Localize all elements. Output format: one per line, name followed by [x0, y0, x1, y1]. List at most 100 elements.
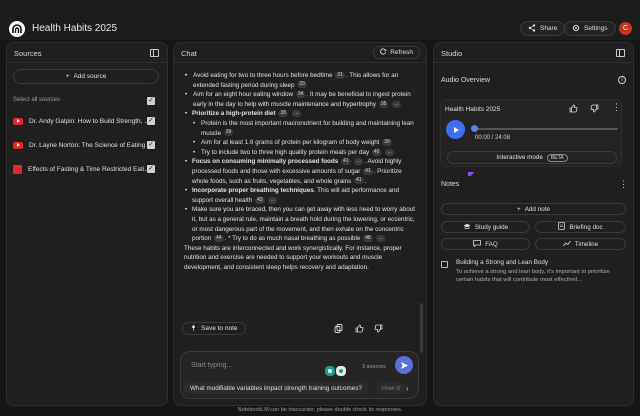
citation-chip[interactable]: 43 — [254, 196, 265, 204]
citation-chip[interactable]: 31 — [335, 71, 345, 79]
source-item[interactable]: Dr. Layne Norton: The Science of Eating … — [13, 140, 152, 150]
gear-icon — [572, 24, 580, 34]
sources-title: Sources — [14, 49, 42, 58]
youtube-icon — [13, 141, 23, 149]
add-note-label: Add note — [524, 205, 550, 213]
document-icon — [558, 222, 566, 232]
source-item[interactable]: Dr. Andy Galpin: How to Build Strength, … — [13, 116, 150, 126]
more-citations-chip[interactable]: ... — [354, 158, 364, 166]
source-checkbox[interactable]: ✓ — [147, 117, 155, 125]
collapse-panel-icon[interactable] — [616, 49, 625, 57]
note-item[interactable]: Building a Strong and Lean Body To achie… — [438, 259, 618, 287]
source-label: Effects of Fasting & Time Restricted Eat… — [28, 165, 150, 173]
more-citations-chip[interactable]: ... — [392, 100, 402, 108]
more-vert-icon[interactable]: ⋮ — [612, 103, 621, 112]
source-checkbox[interactable]: ✓ — [147, 141, 155, 149]
citation-chip[interactable]: 48 — [363, 234, 373, 242]
audio-progress-thumb[interactable] — [471, 125, 478, 132]
chat-bullet: Focus on consuming minimally processed f… — [184, 157, 418, 186]
citation-chip[interactable]: 40 — [371, 148, 382, 156]
more-citations-chip[interactable]: ... — [376, 234, 386, 242]
citation-chip[interactable]: 33 — [297, 81, 307, 89]
citation-chip[interactable]: 38 — [278, 110, 288, 118]
briefing-doc-label: Briefing doc — [569, 223, 603, 231]
interactive-mode-label: Interactive mode — [496, 154, 543, 161]
timeline-button[interactable]: Timeline — [535, 238, 626, 250]
audio-time: 00:00 / 24:08 — [475, 135, 511, 141]
notes-label: Notes — [441, 181, 460, 188]
chat-bullet: Try to include two to three high quality… — [192, 148, 418, 158]
more-citations-chip[interactable]: ... — [291, 110, 301, 118]
audio-overview-label: Audio Overview — [441, 77, 491, 84]
chat-bullet: Avoid eating for two to three hours befo… — [184, 71, 418, 90]
collapse-panel-icon[interactable] — [150, 49, 159, 57]
suggested-question-chip[interactable]: What modifiable variables impact strengt… — [184, 382, 368, 394]
audio-progress-track[interactable] — [474, 128, 618, 130]
citation-chip[interactable]: 34 — [295, 91, 306, 99]
send-button[interactable] — [395, 356, 413, 374]
sources-header: Sources — [7, 43, 167, 63]
chat-bullet: Aim for an eight hour eating window 34. … — [184, 90, 418, 109]
suggested-question-chip[interactable]: How d — [376, 382, 406, 394]
study-guide-label: Study guide — [474, 223, 509, 231]
source-label: Dr. Layne Norton: The Science of Eating … — [29, 141, 153, 149]
play-button[interactable] — [446, 120, 465, 139]
chat-scrollbar[interactable] — [420, 303, 423, 353]
interactive-mode-button[interactable]: Interactive mode BETA — [447, 151, 617, 164]
more-citations-chip[interactable]: ... — [385, 148, 395, 156]
chat-header: Chat Refresh — [174, 43, 426, 63]
pin-icon — [190, 324, 197, 333]
faq-button[interactable]: FAQ — [441, 238, 530, 250]
study-guide-button[interactable]: Study guide — [441, 221, 530, 233]
note-title: Building a Strong and Lean Body — [456, 259, 549, 266]
chat-input-placeholder[interactable]: Start typing... — [191, 362, 232, 369]
citation-chip[interactable]: 41 — [341, 158, 351, 166]
thumbs-down-icon[interactable] — [374, 324, 383, 333]
share-button[interactable]: Share — [520, 21, 566, 36]
mouse-cursor-icon — [468, 172, 474, 176]
settings-button[interactable]: Settings — [564, 21, 616, 36]
chat-bullet: Prioritize a high-protein diet 38 ... Pr… — [184, 109, 418, 157]
select-all-checkbox[interactable]: ✓ — [147, 97, 155, 105]
graduation-cap-icon — [463, 223, 471, 232]
add-source-button[interactable]: + Add source — [13, 69, 159, 84]
citation-chip[interactable]: 39 — [382, 138, 392, 146]
source-count: 3 sources — [362, 364, 386, 370]
more-citations-chip[interactable]: ... — [268, 196, 278, 204]
notebooklm-logo-icon[interactable] — [9, 21, 25, 37]
chevron-right-icon[interactable]: › — [406, 384, 409, 393]
chat-bullet: Make sure you are braced, then you can g… — [184, 205, 418, 243]
select-all-label: Select all sources — [13, 97, 61, 103]
chat-bullet: Aim for at least 1.6 grams of protein pe… — [192, 138, 418, 148]
notebook-title[interactable]: Health Habits 2025 — [32, 23, 117, 34]
thumbs-up-icon[interactable] — [355, 324, 364, 333]
audio-overview-card: Health Habits 2025 ⋮ 00:00 / 24:08 Inter… — [440, 99, 622, 167]
copy-icon[interactable] — [334, 324, 343, 333]
studio-panel: Studio Audio Overview i Health Habits 20… — [433, 42, 634, 406]
save-to-note-button[interactable]: Save to note — [182, 322, 246, 335]
youtube-icon — [13, 117, 23, 125]
avatar[interactable]: C — [619, 22, 632, 35]
more-vert-icon[interactable]: ⋮ — [619, 180, 628, 189]
citation-chip[interactable]: 35 — [378, 100, 389, 108]
refresh-icon — [380, 48, 387, 57]
pdf-icon — [13, 164, 22, 174]
citation-chip[interactable]: 39 — [223, 129, 234, 137]
info-icon[interactable]: i — [618, 76, 626, 84]
refresh-button[interactable]: Refresh — [373, 46, 420, 59]
citation-chip[interactable]: 44 — [214, 234, 224, 242]
thumbs-down-icon[interactable] — [590, 104, 599, 115]
add-note-button[interactable]: + Add note — [441, 203, 626, 215]
briefing-doc-button[interactable]: Briefing doc — [535, 221, 626, 233]
source-checkbox[interactable]: ✓ — [147, 165, 155, 173]
citation-chip[interactable]: 41 — [354, 177, 364, 185]
studio-header: Studio — [434, 43, 633, 63]
citation-chip[interactable]: 41 — [363, 167, 373, 175]
disclaimer-footer: NotebookLM can be inaccurate; please dou… — [237, 407, 403, 413]
chat-response: Avoid eating for two to three hours befo… — [180, 65, 422, 335]
thumbs-up-icon[interactable] — [569, 104, 578, 115]
plus-icon: + — [517, 205, 521, 213]
chat-bullet: Incorporate proper breathing techniques.… — [184, 186, 418, 205]
source-item[interactable]: Effects of Fasting & Time Restricted Eat… — [13, 164, 150, 174]
timeline-icon — [562, 240, 571, 249]
